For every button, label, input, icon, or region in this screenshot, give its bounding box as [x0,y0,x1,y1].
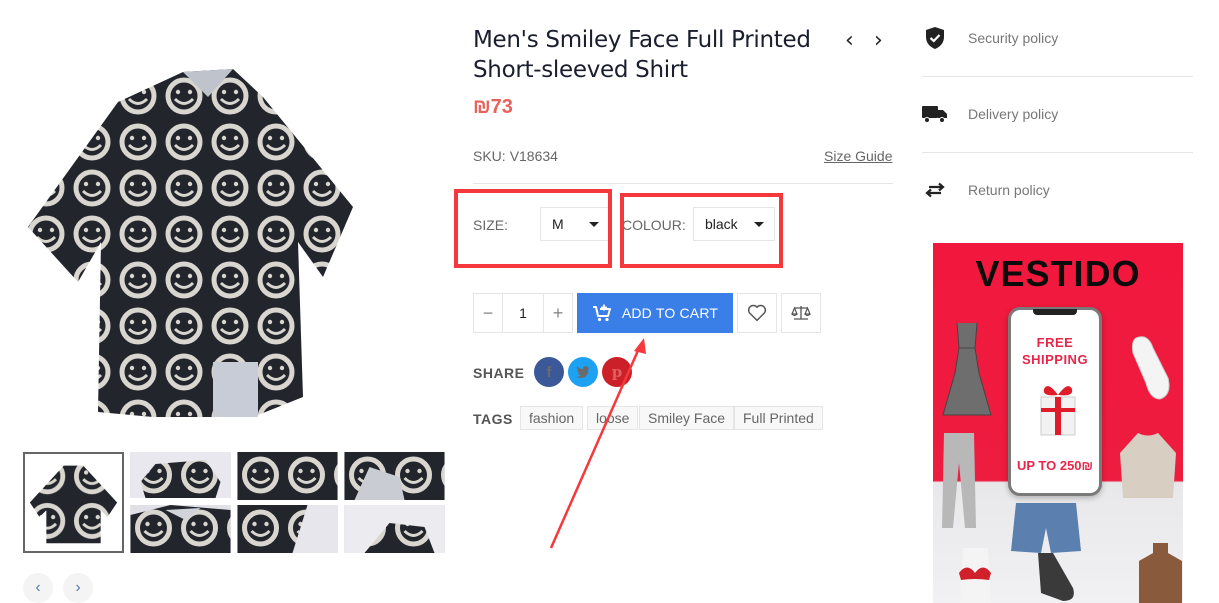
tag-link[interactable]: Smiley Face [639,406,735,430]
thumbnail[interactable] [130,505,231,553]
quantity-input[interactable] [502,294,544,332]
cart-plus-icon [592,304,611,322]
facebook-icon: f [546,363,552,381]
policy-return[interactable]: Return policy [922,152,1193,228]
twitter-icon [576,366,590,378]
colour-select[interactable]: black [693,207,775,241]
chevron-left-icon: ‹ [35,579,41,596]
shield-check-icon [922,25,948,51]
tags-label: TAGS [473,411,513,427]
exchange-arrows-icon [922,177,948,203]
jacket-image [1120,433,1176,498]
bikini-image [959,548,991,603]
thumbnail[interactable] [23,452,124,553]
thumbnail[interactable] [237,505,338,553]
policy-delivery[interactable]: Delivery policy [922,76,1193,152]
product-title: Men's Smiley Face Full Printed Short-sle… [473,27,811,83]
tag-link[interactable]: loose [587,406,639,430]
free-shipping-text: FREE SHIPPING [1021,335,1089,367]
tag-link[interactable]: fashion [520,406,584,430]
gallery-next-button[interactable]: › [63,573,93,603]
prev-product-button[interactable]: ‹ [845,30,854,52]
product-price: ₪73 [473,96,513,118]
size-guide-link[interactable]: Size Guide [824,148,892,164]
share-facebook-button[interactable]: f [534,357,564,387]
quantity-increase-button[interactable]: + [544,294,572,332]
offer-text: UP TO 250₪ [1016,458,1094,473]
colour-label: COLOUR: [622,217,686,233]
truck-icon [922,101,948,127]
dress-image [942,323,992,416]
compare-button[interactable] [781,293,821,333]
policy-security[interactable]: Security policy [922,0,1193,76]
colour-value: black [705,216,738,232]
caret-down-icon [754,221,764,227]
caret-down-icon [589,221,599,227]
share-pinterest-button[interactable]: p [602,357,632,387]
quantity-stepper: − + [473,293,573,333]
banner-brand: VESTIDO [975,253,1141,294]
turtleneck-image [1139,543,1182,603]
policy-label: Delivery policy [968,106,1059,122]
sneaker-image [1038,553,1074,601]
share-label: SHARE [473,365,525,381]
phone-image: FREE SHIPPING UP TO 250₪ [1008,307,1102,496]
main-product-image[interactable] [23,27,361,442]
wishlist-button[interactable] [737,293,777,333]
gallery-prev-button[interactable]: ‹ [23,573,53,603]
thumbnail-strip [23,452,445,553]
shoe-image [1131,336,1170,400]
size-label: SIZE: [473,217,509,233]
add-to-cart-button[interactable]: ADD TO CART [577,293,733,333]
gift-icon [1040,386,1076,436]
shorts-image [1011,503,1081,553]
heart-icon [747,304,767,322]
pants-image [942,433,976,528]
size-value: M [552,216,564,232]
thumbnail[interactable] [130,452,231,498]
thumbnail[interactable] [344,505,445,553]
tag-link[interactable]: Full Printed [734,406,823,430]
divider [473,183,893,184]
quantity-decrease-button[interactable]: − [474,294,502,332]
sku-value: V18634 [509,148,558,164]
policy-label: Security policy [968,30,1059,46]
promo-banner[interactable]: VESTIDO FREE SHIPPING UP TO 250₪ [933,243,1183,603]
chevron-right-icon: › [75,579,81,596]
chevron-left-icon: ‹ [845,28,854,53]
sku-label: SKU: [473,148,506,164]
chevron-right-icon: › [874,28,883,53]
sku: SKU: V18634 [473,148,558,164]
thumbnail[interactable] [237,452,338,500]
arrow-head [634,338,646,354]
next-product-button[interactable]: › [874,30,883,52]
size-select[interactable]: M [540,207,610,241]
add-to-cart-label: ADD TO CART [621,305,719,321]
share-twitter-button[interactable] [568,357,598,387]
thumbnail[interactable] [344,452,445,500]
policy-label: Return policy [968,182,1050,198]
shirt-image [28,69,353,417]
scale-balance-icon [791,306,811,320]
pinterest-icon: p [611,363,623,381]
